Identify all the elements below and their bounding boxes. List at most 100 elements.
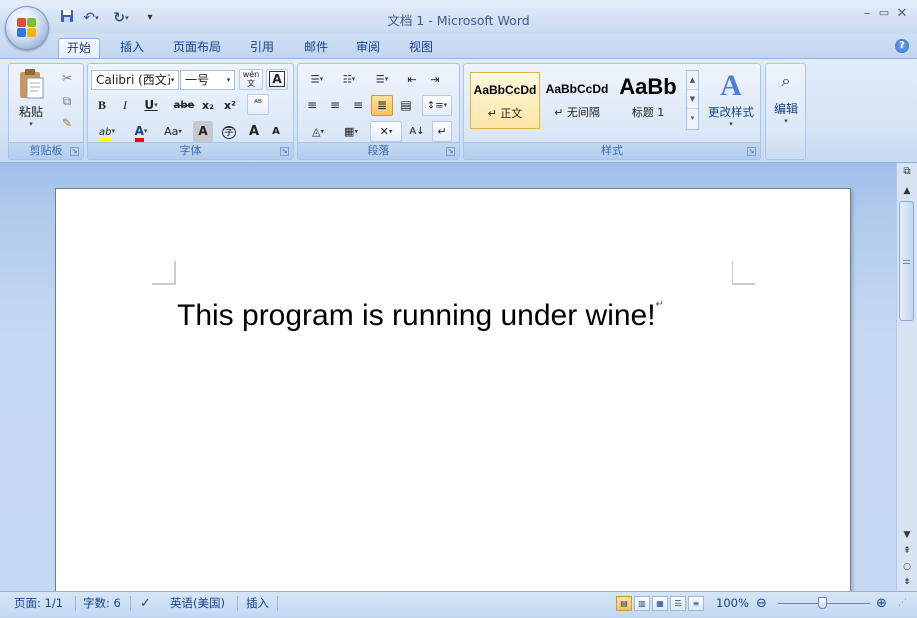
bullets-icon[interactable]: ☰▾ <box>302 69 332 90</box>
shading-icon[interactable]: ◬▾ <box>302 121 334 142</box>
paragraph-launcher-icon[interactable]: ↘ <box>446 147 455 156</box>
help-icon[interactable]: ? <box>895 39 909 53</box>
resize-grip-icon[interactable]: ⋰ <box>898 592 907 615</box>
phonetic-guide-button[interactable]: wén 文 <box>239 69 263 90</box>
italic-button[interactable]: I <box>115 95 135 116</box>
tab-page-layout[interactable]: 页面布局 <box>164 38 230 58</box>
style-no-spacing[interactable]: AaBbCcDd ↵ 无间隔 <box>542 72 612 129</box>
font-group-label: 字体 ↘ <box>88 142 293 159</box>
outline-view-icon[interactable]: ☰ <box>670 596 686 611</box>
increase-indent-icon[interactable]: ⇥ <box>425 69 445 90</box>
draft-view-icon[interactable]: ≡ <box>688 596 704 611</box>
office-logo-icon <box>17 18 37 38</box>
chinese-layout-icon[interactable]: ✕▾ <box>370 121 402 142</box>
print-layout-view-icon[interactable]: ▤ <box>616 596 632 611</box>
copy-icon[interactable]: ⧉ <box>57 91 77 112</box>
sort-icon[interactable]: A↓ <box>406 121 428 142</box>
font-color-button[interactable]: A▾ <box>126 121 156 142</box>
tab-references[interactable]: 引用 <box>242 38 282 58</box>
decrease-indent-icon[interactable]: ⇤ <box>402 69 422 90</box>
style-normal[interactable]: AaBbCcDd ↵ 正文 <box>470 72 540 129</box>
zoom-slider-thumb[interactable] <box>818 597 827 609</box>
tab-view[interactable]: 视图 <box>400 38 442 58</box>
web-layout-icon[interactable]: ▦ <box>652 596 668 611</box>
scroll-down-icon[interactable]: ▼ <box>899 529 915 542</box>
show-marks-icon[interactable]: ↵ <box>432 121 452 142</box>
editing-button[interactable]: ⌕ 编辑 ▾ <box>770 68 802 138</box>
line-spacing-icon[interactable]: ↕≡▾ <box>422 95 452 116</box>
subscript-button[interactable]: x₂ <box>198 95 218 116</box>
superscript-button[interactable]: x² <box>220 95 240 116</box>
change-styles-label: 更改样式 <box>708 105 754 119</box>
highlight-button[interactable]: ab▾ <box>92 121 122 142</box>
justify-icon[interactable]: ≣ <box>371 95 393 116</box>
crop-mark-top-left <box>152 261 176 285</box>
ribbon: 粘贴 ▾ ✂ ⧉ ✎ 剪贴板↘ Calibri (西文正▾ 一号▾ wén 文 … <box>0 58 917 163</box>
tab-home[interactable]: 开始 <box>58 38 100 58</box>
enclose-characters-button[interactable]: 字 <box>218 121 240 142</box>
shrink-font-button[interactable]: A <box>266 121 286 142</box>
close-button[interactable]: ✕ <box>895 6 909 21</box>
language-indicator[interactable]: 英语(美国) <box>164 592 231 615</box>
ruler-toggle-icon[interactable]: ⧉ <box>899 165 915 178</box>
numbering-icon[interactable]: ☷▾ <box>334 69 364 90</box>
style-heading-1[interactable]: AaBb 标题 1 <box>614 72 682 129</box>
zoom-out-icon[interactable]: ⊖ <box>752 592 771 615</box>
paste-button[interactable]: 粘贴 ▾ <box>13 68 49 138</box>
styles-scroll: ▲ ▼ ▾ <box>686 70 699 130</box>
next-page-icon[interactable]: ⇟ <box>899 576 915 589</box>
align-center-icon[interactable]: ≡ <box>325 95 345 116</box>
font-launcher-icon[interactable]: ↘ <box>280 147 289 156</box>
zoom-level[interactable]: 100% <box>710 592 755 615</box>
change-styles-button[interactable]: A 更改样式 ▾ <box>704 68 758 140</box>
change-case-button[interactable]: Aa▾ <box>158 121 188 142</box>
proofing-icon[interactable]: ✓ <box>134 592 157 615</box>
document-page[interactable]: This program is running under wine!↵ <box>55 188 851 591</box>
align-right-icon[interactable]: ≡ <box>348 95 368 116</box>
font-name-combo[interactable]: Calibri (西文正▾ <box>91 70 179 90</box>
clear-formatting-button[interactable]: ᴬᴮ <box>247 94 269 115</box>
title-bar: ↶▾ ↻▾ ▾ 文档 1 - Microsoft Word – ▭ ✕ <box>0 0 917 34</box>
clipboard-launcher-icon[interactable]: ↘ <box>70 147 79 156</box>
font-name-dropdown-icon[interactable]: ▾ <box>167 71 178 89</box>
align-left-icon[interactable]: ≡ <box>302 95 322 116</box>
character-shading-button[interactable]: A <box>193 121 213 142</box>
cut-icon[interactable]: ✂ <box>57 68 77 89</box>
word-count[interactable]: 字数: 6 <box>77 592 127 615</box>
styles-launcher-icon[interactable]: ↘ <box>747 147 756 156</box>
underline-button[interactable]: U▾ <box>138 95 164 116</box>
strikethrough-button[interactable]: abe <box>172 95 196 116</box>
font-size-combo[interactable]: 一号 ▾ <box>180 70 235 90</box>
tab-review[interactable]: 审阅 <box>348 38 388 58</box>
multilevel-list-icon[interactable]: ☰▾ <box>366 69 398 90</box>
page-indicator[interactable]: 页面: 1/1 <box>8 592 69 615</box>
distributed-icon[interactable]: ▤ <box>396 95 416 116</box>
restore-button[interactable]: ▭ <box>877 6 891 19</box>
tab-insert[interactable]: 插入 <box>112 38 152 58</box>
style-normal-name: ↵ 正文 <box>487 107 523 120</box>
tab-mailings[interactable]: 邮件 <box>294 38 338 58</box>
ribbon-tabs: 开始 插入 页面布局 引用 邮件 审阅 视图 <box>0 34 917 58</box>
scroll-up-icon[interactable]: ▲ <box>899 185 915 198</box>
character-border-button[interactable]: A <box>266 69 288 90</box>
insert-mode-indicator[interactable]: 插入 <box>240 592 275 615</box>
select-browse-object-icon[interactable]: ○ <box>899 561 915 574</box>
paste-label: 粘贴 <box>18 105 43 119</box>
grow-font-button[interactable]: A <box>244 121 264 142</box>
scroll-thumb[interactable] <box>899 201 914 321</box>
minimize-button[interactable]: – <box>860 6 874 21</box>
borders-icon[interactable]: ▦▾ <box>336 121 366 142</box>
paragraph-mark: ↵ <box>655 299 664 310</box>
vertical-scrollbar[interactable]: ⧉ ▲ ▼ ⇞ ○ ⇟ <box>896 163 917 591</box>
office-button[interactable] <box>5 6 49 50</box>
styles-down-icon[interactable]: ▼ <box>687 90 698 109</box>
font-size-dropdown-icon[interactable]: ▾ <box>223 71 234 89</box>
format-painter-icon[interactable]: ✎ <box>57 113 77 134</box>
styles-more-icon[interactable]: ▾ <box>687 109 698 128</box>
previous-page-icon[interactable]: ⇞ <box>899 545 915 558</box>
styles-up-icon[interactable]: ▲ <box>687 71 698 90</box>
document-body-text[interactable]: This program is running under wine!↵ <box>177 299 664 333</box>
zoom-in-icon[interactable]: ⊕ <box>872 592 891 615</box>
full-screen-reading-icon[interactable]: ▥ <box>634 596 650 611</box>
bold-button[interactable]: B <box>92 95 112 116</box>
